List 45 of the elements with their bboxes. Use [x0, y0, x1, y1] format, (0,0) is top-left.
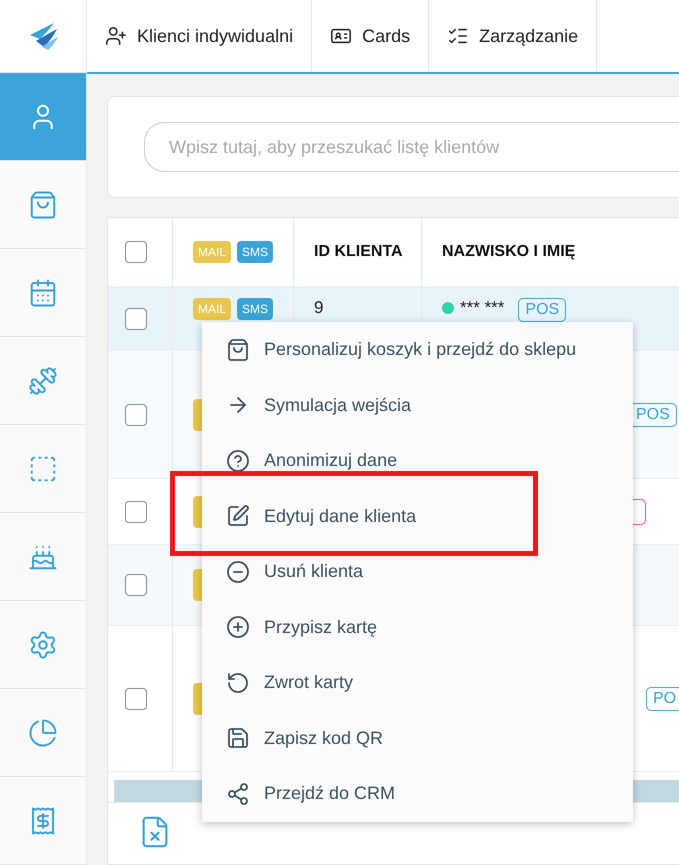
sidebar-item[interactable] — [0, 73, 86, 161]
edit-icon — [226, 504, 250, 528]
shopping-bag-icon — [28, 190, 58, 220]
tab-label: Klienci indywidualni — [137, 26, 294, 46]
share-icon — [226, 782, 250, 806]
add-user-icon — [105, 25, 127, 47]
nav-tab[interactable]: Cards — [312, 0, 430, 72]
tab-label: Zarządzanie — [479, 26, 578, 46]
channel-badge: MAIL — [193, 241, 232, 263]
undo-icon — [226, 670, 250, 695]
help-icon — [226, 448, 250, 473]
menu-item[interactable]: Edytuj dane klienta — [202, 488, 633, 544]
tab-label: Cards — [362, 26, 410, 46]
checkbox[interactable] — [125, 688, 147, 710]
checkbox[interactable] — [125, 404, 147, 426]
calendar-icon — [28, 278, 58, 308]
pie-chart-icon — [28, 718, 58, 748]
checkbox[interactable] — [125, 241, 147, 263]
column-header: NAZWISKO I IMIĘ — [442, 243, 576, 261]
menu-item[interactable]: Usuń klienta — [202, 544, 633, 600]
minus-circle-icon — [226, 560, 250, 584]
checkbox[interactable] — [125, 500, 147, 522]
menu-item[interactable]: Zwrot karty — [202, 655, 633, 710]
menu-item[interactable]: Przypisz kartę — [202, 600, 633, 655]
table-cell: 9 — [314, 298, 324, 318]
client-name: *** *** — [460, 298, 504, 318]
channel-badge: SMS — [237, 298, 274, 320]
checkbox[interactable] — [125, 308, 147, 330]
channel-badge: MAIL — [193, 298, 232, 320]
column-header: ID KLIENTA — [314, 243, 403, 261]
checkbox[interactable] — [125, 574, 147, 596]
nav-tab[interactable]: Klienci indywidualni — [87, 0, 312, 72]
menu-item[interactable]: Zapisz kod QR — [202, 710, 633, 766]
dumbbell-icon — [28, 366, 58, 396]
settings-icon — [28, 630, 58, 660]
nav-tab[interactable]: Zarządzanie — [429, 0, 598, 72]
channel-badge: SMS — [237, 241, 274, 263]
menu-item[interactable]: Personalizuj koszyk i przejdź do sklepu — [202, 322, 633, 378]
plus-circle-icon — [226, 615, 250, 640]
save-icon — [226, 726, 250, 750]
search-field[interactable]: Wpisz tutaj, aby przeszukać listę klientów — [144, 122, 679, 172]
source-tag: PO — [646, 686, 679, 710]
shopping-bag-icon — [226, 338, 250, 362]
menu-item[interactable]: Przejdź do CRM — [202, 766, 633, 822]
menu-item[interactable]: Anonimizuj dane — [202, 433, 633, 488]
